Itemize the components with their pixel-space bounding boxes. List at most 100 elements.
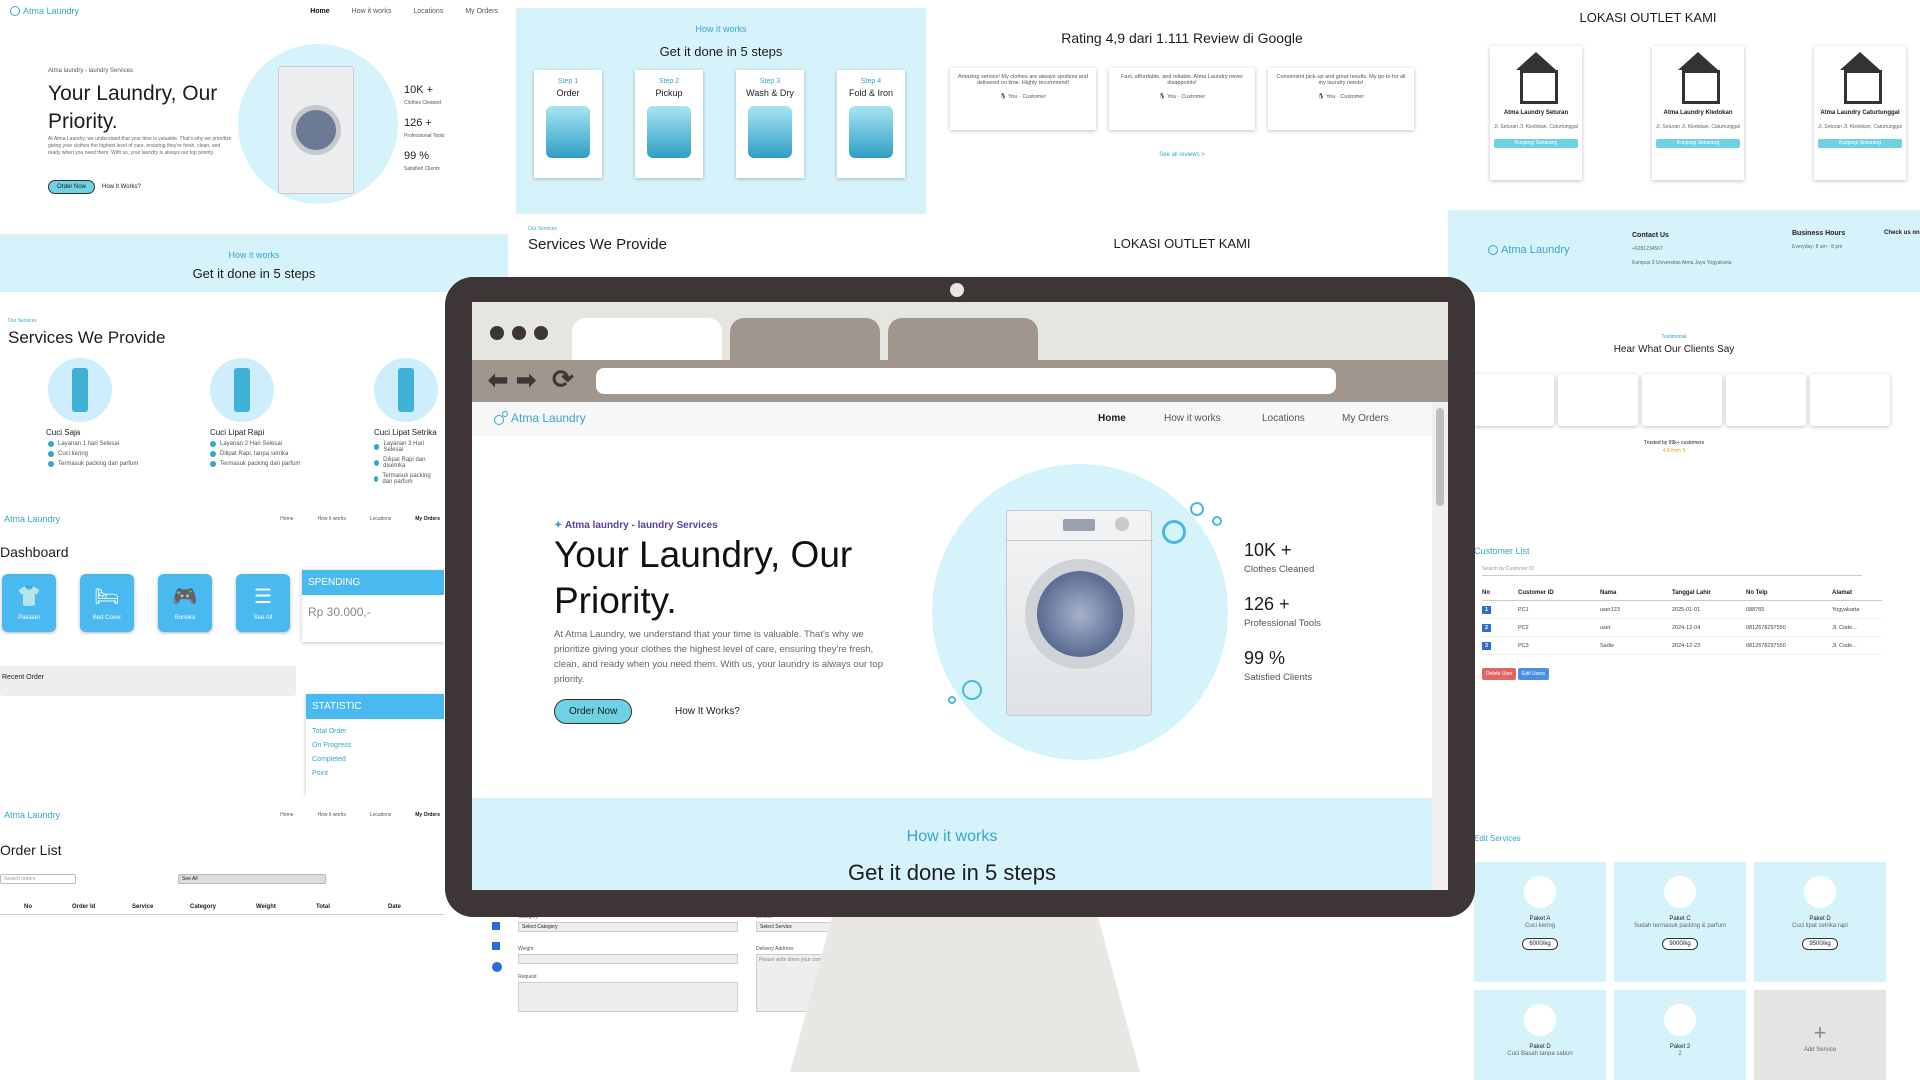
weight-input[interactable] [518,954,738,964]
logo[interactable]: Atma Laundry [10,6,79,16]
step-card[interactable]: Step 4 Fold & Iron [837,70,905,178]
category-select[interactable]: Select Category [518,922,738,932]
review-name: You [1008,94,1018,100]
rating-text: 4.8 from 5 [1662,448,1686,454]
step-card[interactable]: Step 1 Order [534,70,602,178]
see-all-reviews-link[interactable]: See all reviews > [932,152,1432,158]
add-service-card[interactable]: + Add Service [1754,990,1886,1080]
nav-how[interactable]: How it works [352,8,392,15]
services-title-small: Services We Provide [528,236,667,253]
tile-bed-cover[interactable]: 🛏 Bed Cover [80,574,134,632]
nav-home[interactable]: Home [280,812,293,818]
nav-home[interactable]: Home [280,516,293,522]
service-bullet: Cuci kering [48,451,138,457]
nav-orders[interactable]: My Orders [415,812,440,818]
site-navbar: Atma Laundry Home How it works Locations… [472,402,1432,436]
site-logo[interactable]: Atma Laundry [494,411,586,425]
nav-home[interactable]: Home [1098,413,1126,424]
visit-outlet-button[interactable]: Kunjungi Sekarang [1494,139,1578,148]
browser-tab[interactable] [730,318,880,360]
order-now-button[interactable]: Order Now [554,699,633,724]
monitor-screen: ⬅ ➡ ⟳ Atma Laundry Home How it works Loc… [472,302,1448,890]
tile-see-all[interactable]: ☰ See All [236,574,290,632]
customer-row[interactable]: 2 PC2 user 2024-12-04 0812678297550 Jl. … [1482,620,1882,637]
nav-how[interactable]: How it works [1164,413,1221,424]
hero-body: At Atma Laundry, we understand that your… [48,136,232,156]
nav-locations[interactable]: Locations [413,8,443,15]
paket-card[interactable]: Paket C Sudah termasuk packing & parfum 90… [1614,862,1746,982]
order-search-input[interactable]: Search orders [0,874,76,884]
check-icon [48,451,54,457]
panel-steps: How it works Get it done in 5 steps Step… [516,0,926,278]
service-item[interactable]: Cuci Saja Layanan 1 hari Selesai Cuci ke… [46,358,138,471]
review-name: You [1326,94,1336,100]
scrollbar-thumb[interactable] [1436,408,1444,506]
customer-row[interactable]: 3 PC3 Sadie 2024-12-23 0812678297550 Jl.… [1482,638,1882,655]
review-text: Amazing service! My clothes are always s… [958,74,1088,86]
review-text: Fast, affordable, and reliable. Atma Lau… [1121,74,1243,86]
paket-price: 6000/kg [1522,938,1558,951]
paket-card[interactable]: Paket D Cuci lipat setrika rapi 9500/kg [1754,862,1886,982]
check-icon [374,476,379,482]
paket-card[interactable]: Paket A Cuci kering 6000/kg [1474,862,1606,982]
address-bar[interactable] [596,368,1336,394]
user-icon[interactable] [492,962,502,972]
nav-locations[interactable]: Locations [1262,413,1305,424]
step-card[interactable]: Step 3 Wash & Dry [736,70,804,178]
tile-boneka[interactable]: 🎮 Boneka [158,574,212,632]
nav-locations[interactable]: Locations [370,516,391,522]
window-dot-icon[interactable] [512,326,526,340]
dashboard-icon[interactable] [492,922,500,930]
customer-search-input[interactable]: Search by Customer ID [1482,566,1862,576]
request-textarea[interactable] [518,982,738,1012]
orders-logo[interactable]: Atma Laundry [4,810,60,820]
outlet-address: Jl. Seturan Jl. Kledokan, Caturtunggal [1818,124,1902,130]
page-scrollbar[interactable] [1432,402,1448,890]
service-item[interactable]: Cuci Lipat Rapi Layanan 2 Hari Selesai D… [210,358,300,471]
review-role: Customer [1340,94,1365,100]
back-arrow-icon[interactable]: ⬅ [488,366,508,395]
cart-icon[interactable] [492,942,500,950]
customer-list-title: Customer List [1474,546,1530,556]
edit-users-button[interactable]: Edit Users [1518,668,1550,680]
stat-completed: Completed [312,756,346,763]
service-item[interactable]: Cuci Lipat Setrika Layanan 3 Hari Selesa… [374,358,440,489]
order-now-button[interactable]: Order Now [48,180,96,194]
window-dot-icon[interactable] [490,326,504,340]
step-card[interactable]: Step 2 Pickup [635,70,703,178]
bubble-icon [948,696,956,704]
tile-pakaian[interactable]: 👕 Pakaian [2,574,56,632]
services-eyebrow: Our Services [8,318,37,324]
how-title: Get it done in 5 steps [848,860,1056,885]
trusted-text: Trusted by 99k+ customers [1643,440,1705,446]
hero-eyebrow: Atma laundry - laundry Services [48,68,134,74]
forward-arrow-icon[interactable]: ➡ [516,366,536,395]
nav-orders[interactable]: My Orders [1342,413,1389,424]
paket-card[interactable]: Paket 22 [1614,990,1746,1080]
paket-price: 9500/kg [1802,938,1838,951]
visit-outlet-button[interactable]: Kunjungi Sekarang [1818,139,1902,148]
nav-orders[interactable]: My Orders [415,516,440,522]
dashboard-logo[interactable]: Atma Laundry [4,514,60,524]
how-it-works-link[interactable]: How It Works? [102,184,141,190]
browser-tab-active[interactable] [572,318,722,360]
delete-user-button[interactable]: Delete User [1482,668,1517,680]
nav-how[interactable]: How it works [318,812,346,818]
nav-home[interactable]: Home [310,8,329,15]
order-filter-select[interactable]: See All [178,874,326,884]
how-it-works-link[interactable]: How It Works? [675,706,740,717]
review-card: Amazing service! My clothes are always s… [950,68,1096,130]
reload-icon[interactable]: ⟳ [552,364,574,395]
window-dot-icon[interactable] [534,326,548,340]
paket-card[interactable]: Paket D Cuci Basah tanpa sabun [1474,990,1606,1080]
nav-how[interactable]: How it works [318,516,346,522]
user-avatar-icon: 🐧 [1158,94,1166,100]
visit-outlet-button[interactable]: Kunjungi Sekarang [1656,139,1740,148]
nav-orders[interactable]: My Orders [465,8,498,15]
customer-row[interactable]: 1 PC1 user123 2025-01-01 088765 Yogyakar… [1482,602,1882,619]
contact-address: Kampus 3 Universitas Atma Jaya Yogyakart… [1632,260,1732,266]
nav-locations[interactable]: Locations [370,812,391,818]
steps-title: Get it done in 5 steps [659,44,783,59]
toy-icon: 🎮 [172,586,198,608]
browser-tab[interactable] [888,318,1038,360]
